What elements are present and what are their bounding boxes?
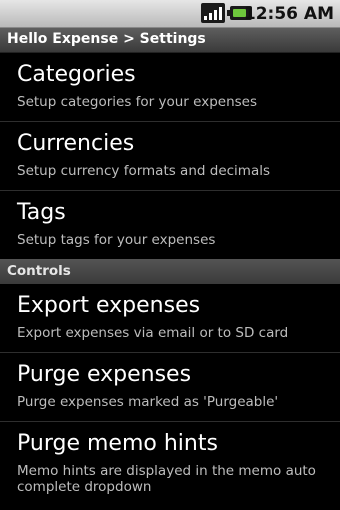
setting-title: Categories (17, 62, 136, 87)
control-title: Export expenses (17, 293, 201, 318)
title-bar: Hello Expense > Settings (0, 28, 340, 53)
status-bar: 12:56 AM (0, 0, 340, 28)
setting-title: Currencies (17, 131, 135, 156)
setting-title: Tags (17, 200, 66, 225)
control-export-expenses[interactable]: Export expenses Export expenses via emai… (0, 284, 340, 353)
setting-categories[interactable]: Categories Setup categories for your exp… (0, 53, 340, 122)
settings-list: Categories Setup categories for your exp… (0, 53, 340, 504)
control-summary: Purge expenses marked as 'Purgeable' (17, 394, 279, 410)
setting-summary: Setup tags for your expenses (17, 232, 216, 248)
signal-icon (201, 3, 225, 23)
setting-currencies[interactable]: Currencies Setup currency formats and de… (0, 122, 340, 191)
setting-summary: Setup categories for your expenses (17, 94, 258, 110)
control-summary: Export expenses via email or to SD card (17, 325, 289, 341)
section-header-controls: Controls (0, 259, 340, 284)
control-title: Purge expenses (17, 362, 192, 387)
section-header-label: Controls (7, 263, 71, 279)
page-title: Hello Expense > Settings (7, 31, 206, 47)
control-purge-memo-hints[interactable]: Purge memo hints Memo hints are displaye… (0, 422, 340, 504)
control-purge-expenses[interactable]: Purge expenses Purge expenses marked as … (0, 353, 340, 422)
setting-summary: Setup currency formats and decimals (17, 163, 271, 179)
control-title: Purge memo hints (17, 431, 218, 456)
clock: 12:56 AM (243, 4, 334, 24)
setting-tags[interactable]: Tags Setup tags for your expenses (0, 191, 340, 259)
control-summary: Memo hints are displayed in the memo aut… (17, 463, 316, 495)
